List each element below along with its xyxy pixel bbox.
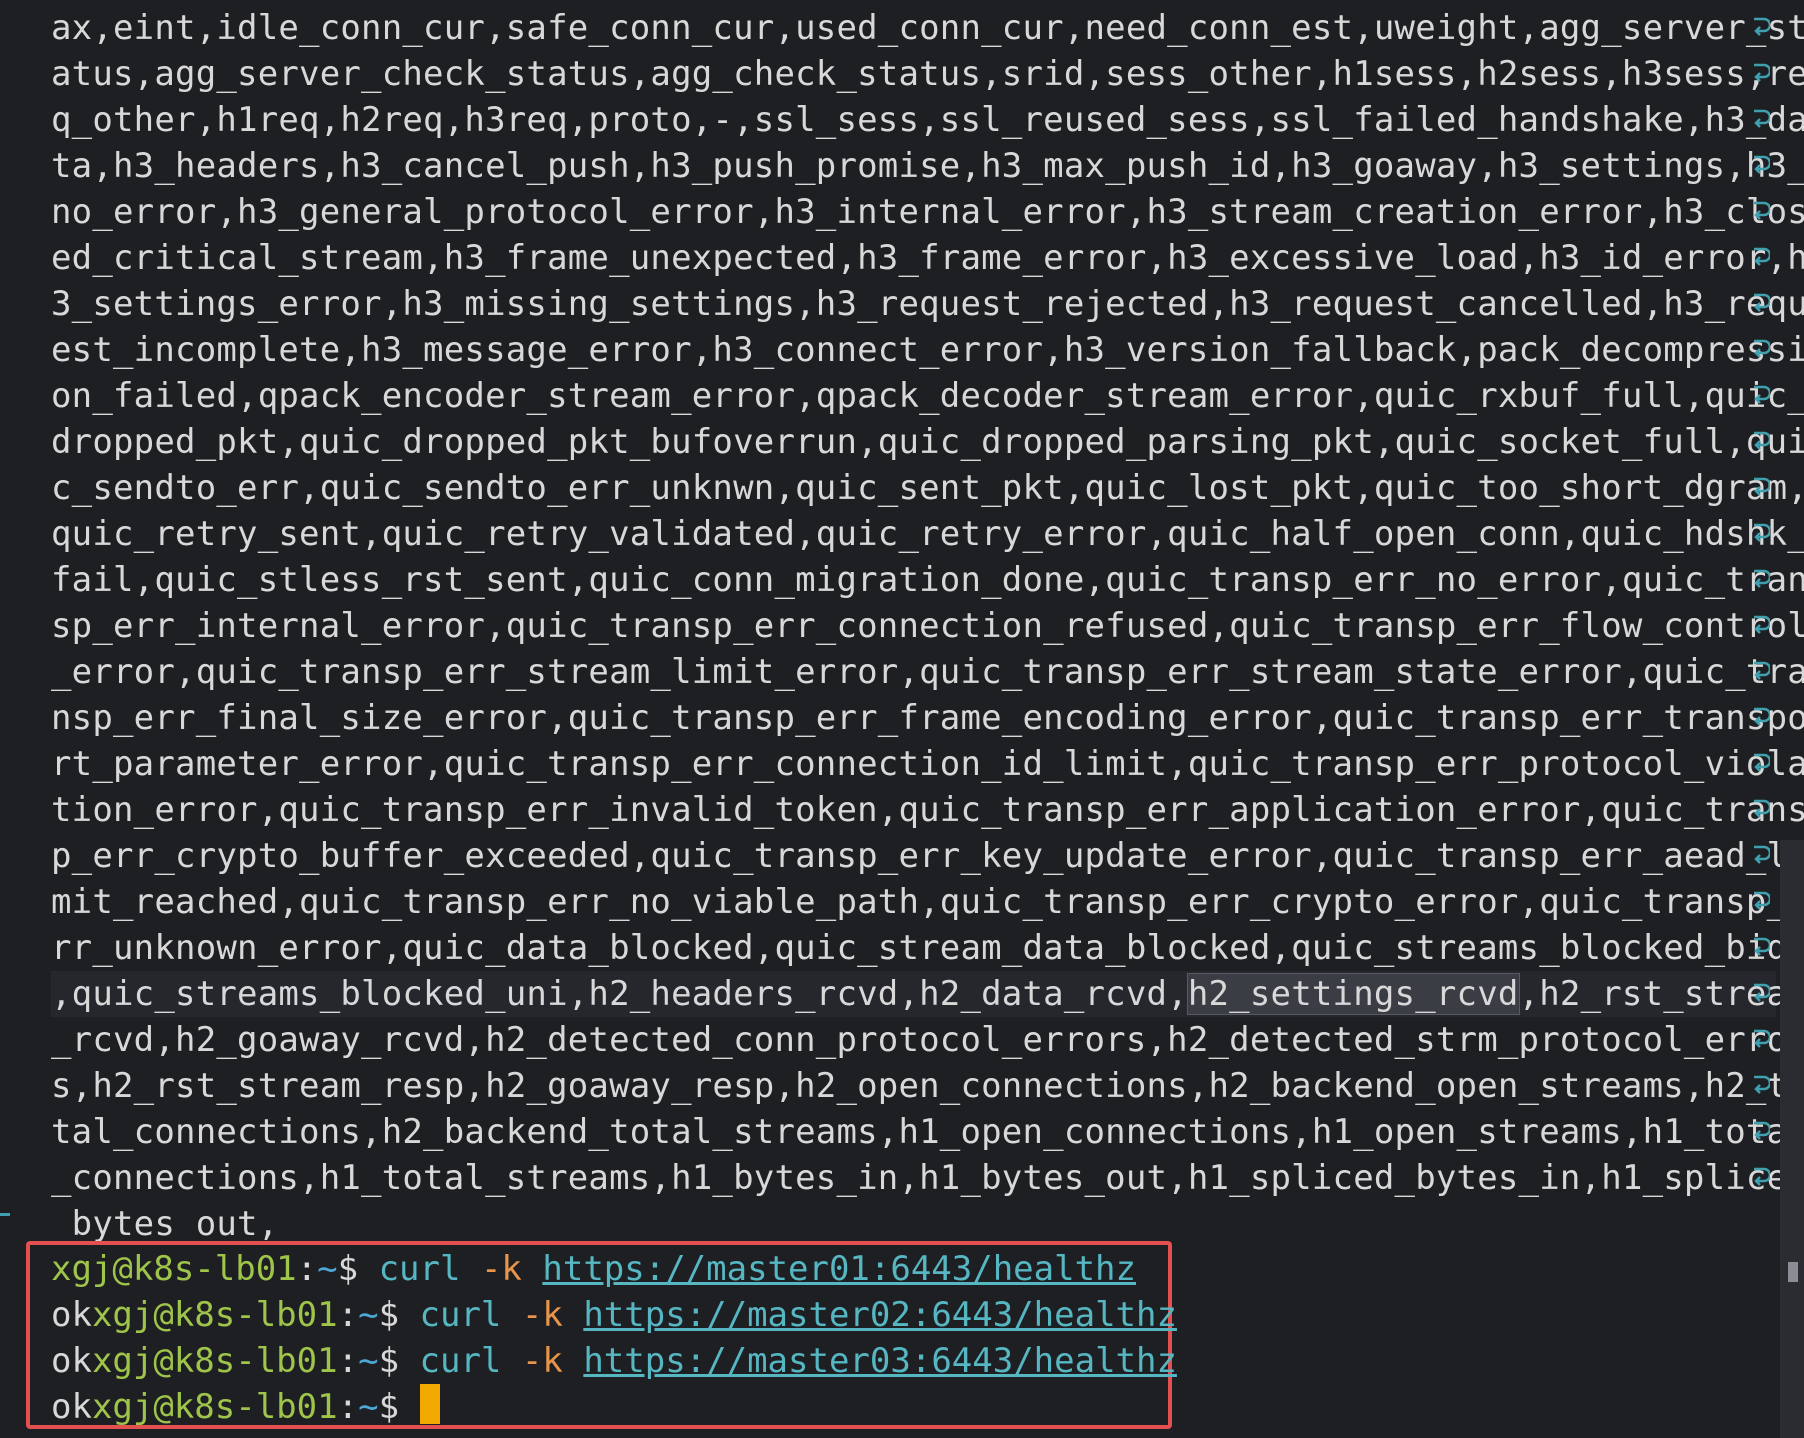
- command-curl: curl: [378, 1249, 461, 1289]
- prompt-line-4[interactable]: okxgj@k8s-lb01:~$: [51, 1384, 440, 1430]
- prompt-user-host: xgj@k8s-lb01: [91, 1387, 338, 1427]
- terminal-line: ta,h3_headers,h3_cancel_push,h3_push_pro…: [51, 146, 1804, 186]
- terminal-line: tal_connections,h2_backend_total_streams…: [51, 1112, 1804, 1152]
- prompt-user-host: xgj@k8s-lb01: [51, 1249, 297, 1289]
- terminal-line-cursor: ,quic_streams_blocked_uni,h2_headers_rcv…: [51, 971, 1804, 1017]
- line-wrap-icon: [1752, 153, 1770, 179]
- prompt-colon: :: [296, 1249, 318, 1289]
- line-wrap-icon: [1752, 245, 1770, 271]
- prompt-user-host: xgj@k8s-lb01: [91, 1295, 338, 1335]
- prompt-path: ~: [358, 1387, 379, 1427]
- line-wrap-icon: [1752, 1073, 1770, 1099]
- line-wrap-icon: [1752, 1119, 1770, 1145]
- line-wrap-icon: [1752, 935, 1770, 961]
- line-wrap-icon: [1752, 981, 1770, 1007]
- command-flag: -k: [480, 1249, 522, 1289]
- terminal-line: rt_parameter_error,quic_transp_err_conne…: [51, 744, 1804, 784]
- prompt-user-host: xgj@k8s-lb01: [91, 1341, 338, 1381]
- health-output: ok: [51, 1341, 92, 1381]
- prompt-colon: :: [337, 1341, 359, 1381]
- terminal-line: quic_retry_sent,quic_retry_validated,qui…: [51, 514, 1804, 554]
- line-wrap-icon: [1752, 797, 1770, 823]
- health-output: ok: [51, 1387, 92, 1427]
- terminal-line: sp_err_internal_error,quic_transp_err_co…: [51, 606, 1804, 646]
- line-wrap-icon: [1752, 1165, 1770, 1191]
- line-wrap-icon: [1752, 751, 1770, 777]
- text-cursor: [419, 1384, 440, 1424]
- line-text-before: ,quic_streams_blocked_uni,h2_headers_rcv…: [51, 974, 1188, 1014]
- line-wrap-icon: [1752, 613, 1770, 639]
- line-wrap-icon: [1752, 567, 1770, 593]
- terminal-line: nsp_err_final_size_error,quic_transp_err…: [51, 698, 1804, 738]
- line-wrap-icon: [1752, 383, 1770, 409]
- prompt-path: ~: [358, 1341, 379, 1381]
- line-wrap-icon: [1752, 291, 1770, 317]
- terminal-line: atus,agg_server_check_status,agg_check_s…: [51, 54, 1804, 94]
- command-curl: curl: [419, 1295, 502, 1335]
- terminal-line: dropped_pkt,quic_dropped_pkt_bufoverrun,…: [51, 422, 1804, 462]
- command-url-link[interactable]: https://master01:6443/healthz: [542, 1249, 1136, 1289]
- selected-text[interactable]: h2_settings_rcvd: [1186, 973, 1520, 1015]
- terminal-line: _error,quic_transp_err_stream_limit_erro…: [51, 652, 1804, 692]
- terminal-line: p_err_crypto_buffer_exceeded,quic_transp…: [51, 836, 1804, 876]
- terminal-line: on_failed,qpack_encoder_stream_error,qpa…: [51, 376, 1804, 416]
- prompt-dollar: $: [337, 1249, 379, 1289]
- prompt-line-1: xgj@k8s-lb01:~$ curl -k https://master01…: [51, 1246, 1136, 1292]
- terminal-line: mit_reached,quic_transp_err_no_viable_pa…: [51, 882, 1804, 922]
- line-wrap-icon: [1752, 521, 1770, 547]
- terminal-line: _rcvd,h2_goaway_rcvd,h2_detected_conn_pr…: [51, 1020, 1804, 1060]
- terminal-line: ax,eint,idle_conn_cur,safe_conn_cur,used…: [51, 8, 1804, 48]
- command-url-link[interactable]: https://master03:6443/healthz: [583, 1341, 1177, 1381]
- health-output: ok: [51, 1295, 92, 1335]
- command-flag: -k: [521, 1341, 563, 1381]
- prompt-dollar: $: [378, 1387, 420, 1427]
- prompt-path: ~: [358, 1295, 379, 1335]
- line-wrap-icon: [1752, 429, 1770, 455]
- prompt-path: ~: [317, 1249, 338, 1289]
- vertical-scrollbar[interactable]: [1780, 840, 1804, 1438]
- terminal-line: s,h2_rst_stream_resp,h2_goaway_resp,h2_o…: [51, 1066, 1804, 1106]
- terminal-line: no_error,h3_general_protocol_error,h3_in…: [51, 192, 1804, 232]
- line-wrap-icon: [1752, 15, 1770, 41]
- terminal-line: rr_unknown_error,quic_data_blocked,quic_…: [51, 928, 1804, 968]
- scrollbar-thumb[interactable]: [1788, 1262, 1798, 1282]
- terminal-line: tion_error,quic_transp_err_invalid_token…: [51, 790, 1804, 830]
- line-wrap-icon: [1752, 889, 1770, 915]
- prompt-line-2: okxgj@k8s-lb01:~$ curl -k https://master…: [51, 1292, 1177, 1338]
- line-wrap-icon: [1752, 61, 1770, 87]
- terminal-line: ed_critical_stream,h3_frame_unexpected,h…: [51, 238, 1804, 278]
- prompt-line-3: okxgj@k8s-lb01:~$ curl -k https://master…: [51, 1338, 1177, 1384]
- prompt-dollar: $: [378, 1341, 420, 1381]
- prompt-dollar: $: [378, 1295, 420, 1335]
- line-wrap-icon: [1752, 843, 1770, 869]
- line-wrap-icon: [1752, 475, 1770, 501]
- left-gutter-marker: [0, 1213, 10, 1216]
- line-wrap-icon: [1752, 107, 1770, 133]
- terminal-line: q_other,h1req,h2req,h3req,proto,-,ssl_se…: [51, 100, 1804, 140]
- terminal-line: est_incomplete,h3_message_error,h3_conne…: [51, 330, 1804, 370]
- line-wrap-icon: [1752, 659, 1770, 685]
- terminal-window[interactable]: ax,eint,idle_conn_cur,safe_conn_cur,used…: [0, 0, 1804, 1438]
- terminal-line: fail,quic_stless_rst_sent,quic_conn_migr…: [51, 560, 1804, 600]
- line-wrap-icon: [1752, 199, 1770, 225]
- line-wrap-icon: [1752, 705, 1770, 731]
- line-wrap-icon: [1752, 1027, 1770, 1053]
- command-curl: curl: [419, 1341, 502, 1381]
- prompt-colon: :: [337, 1295, 359, 1335]
- terminal-line: _connections,h1_total_streams,h1_bytes_i…: [51, 1158, 1804, 1198]
- command-url-link[interactable]: https://master02:6443/healthz: [583, 1295, 1177, 1335]
- line-wrap-icon: [1752, 337, 1770, 363]
- prompt-colon: :: [337, 1387, 359, 1427]
- command-flag: -k: [521, 1295, 563, 1335]
- terminal-line: c_sendto_err,quic_sendto_err_unknwn,quic…: [51, 468, 1804, 508]
- terminal-line: 3_settings_error,h3_missing_settings,h3_…: [51, 284, 1804, 324]
